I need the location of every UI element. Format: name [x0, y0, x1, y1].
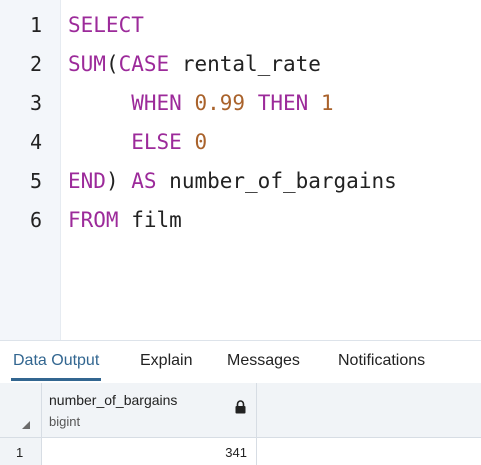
text-token: (: [105, 52, 119, 76]
code-line[interactable]: 4 ELSE 0: [0, 123, 481, 162]
code-line[interactable]: 2 SUM(CASE rental_rate: [0, 45, 481, 84]
code-text: END) AS number_of_bargains: [68, 162, 397, 201]
code-text: ELSE 0: [68, 123, 207, 162]
column-type: bigint: [49, 414, 81, 429]
results-tab-bar: Data Output Explain Messages Notificatio…: [0, 340, 481, 384]
text-token: film: [118, 208, 182, 232]
header-filler: [257, 383, 481, 438]
keyword-token: CASE: [118, 52, 170, 76]
code-text: WHEN 0.99 THEN 1: [68, 84, 334, 123]
lock-icon: [235, 400, 246, 414]
text-token: number_of_bargains: [156, 169, 397, 193]
number-token: 0.99: [194, 91, 246, 115]
line-number: 3: [29, 91, 42, 115]
line-number: 5: [29, 169, 42, 193]
code-line[interactable]: 5 END) AS number_of_bargains: [0, 162, 481, 201]
number-token: 0: [194, 130, 208, 154]
row-number[interactable]: 1: [0, 438, 42, 465]
code-line[interactable]: 3 WHEN 0.99 THEN 1: [0, 84, 481, 123]
keyword-token: THEN: [257, 91, 309, 115]
tab-messages[interactable]: Messages: [225, 341, 302, 381]
select-all-corner[interactable]: [0, 383, 42, 438]
tab-notifications[interactable]: Notifications: [336, 341, 427, 381]
keyword-token: END: [68, 169, 106, 193]
line-number: 6: [29, 208, 42, 232]
corner-triangle-icon: [22, 421, 30, 429]
keyword-token: SELECT: [68, 13, 144, 37]
code-text: FROM film: [68, 201, 182, 240]
column-header[interactable]: number_of_bargains bigint: [42, 383, 257, 438]
code-text: SELECT: [68, 6, 144, 45]
code-text: SUM(CASE rental_rate: [68, 45, 321, 84]
line-number: 1: [29, 13, 42, 37]
row-number-label: 1: [16, 445, 24, 460]
code-line[interactable]: 1 SELECT: [0, 6, 481, 45]
keyword-token: WHEN: [131, 91, 182, 115]
tab-data-output[interactable]: Data Output: [11, 341, 102, 381]
line-number: 4: [29, 130, 42, 154]
keyword-token: AS: [131, 169, 157, 193]
code-line[interactable]: 6 FROM film: [0, 201, 481, 240]
keyword-token: FROM: [68, 208, 119, 232]
tab-explain[interactable]: Explain: [138, 341, 194, 381]
table-cell[interactable]: 341: [42, 438, 257, 465]
number-token: 1: [320, 91, 334, 115]
keyword-token: SUM: [68, 52, 106, 76]
cell-value: 341: [225, 445, 247, 460]
line-number: 2: [29, 52, 42, 76]
sql-editor[interactable]: 1 SELECT 2 SUM(CASE rental_rate 3 WHEN 0.99 …: [0, 0, 481, 340]
text-token: ): [105, 169, 132, 193]
text-token: rental_rate: [169, 52, 321, 76]
keyword-token: ELSE: [131, 130, 182, 154]
column-name: number_of_bargains: [49, 392, 178, 408]
results-grid: number_of_bargains bigint 1 341: [0, 383, 481, 465]
